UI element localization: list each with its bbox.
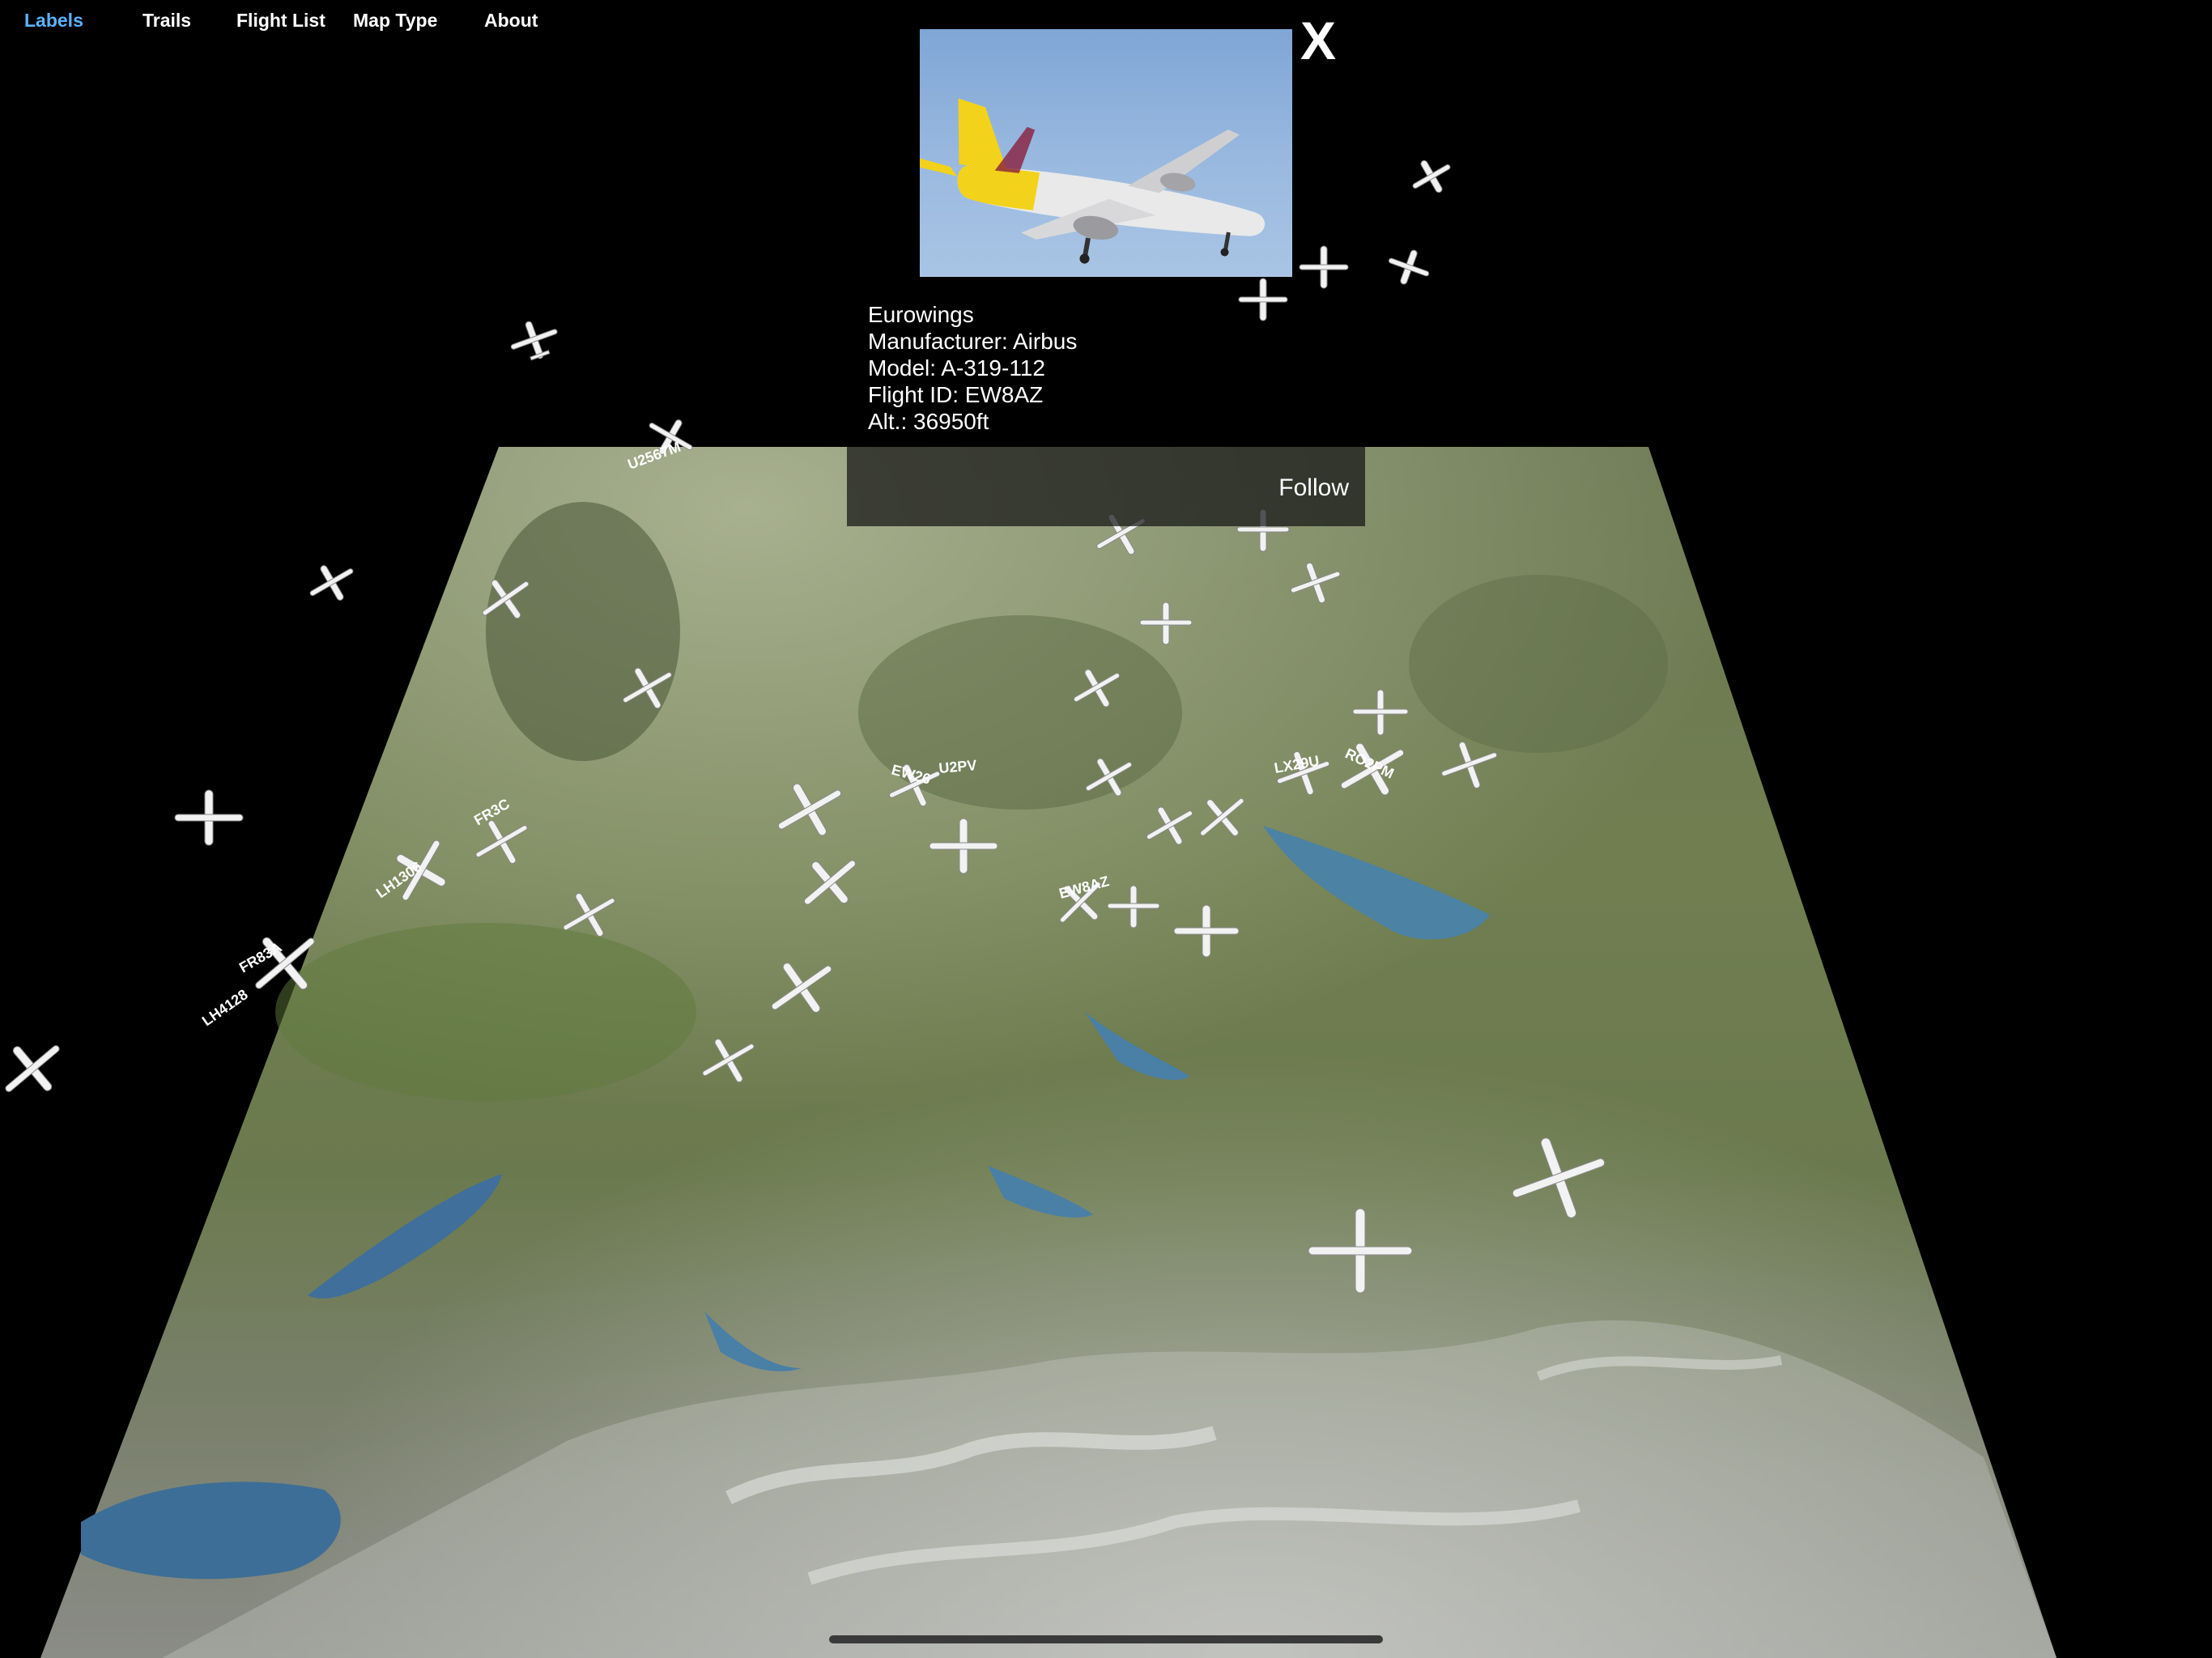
aircraft-icon	[1299, 245, 1349, 289]
aircraft-icon	[1173, 904, 1240, 958]
aircraft-icon	[1388, 249, 1430, 285]
follow-button[interactable]: Follow	[1278, 474, 1349, 502]
aircraft-icon	[1085, 758, 1133, 797]
aircraft-icon	[1073, 669, 1121, 708]
aircraft-icon	[1352, 689, 1409, 736]
nav-labels[interactable]: Labels	[24, 10, 83, 32]
aircraft-icon	[1308, 1208, 1413, 1294]
aircraft-icon	[5, 1045, 60, 1092]
close-button[interactable]: X	[1300, 11, 1336, 70]
aircraft-icon	[1146, 806, 1193, 845]
flight-info-panel: Eurowings Manufacturer: Airbus Model: A-…	[868, 301, 1077, 435]
aircraft-icon	[771, 963, 832, 1013]
aircraft-icon	[702, 1038, 755, 1083]
aircraft-icon	[1290, 562, 1341, 604]
airline-name: Eurowings	[868, 302, 974, 327]
aircraft-icon	[1238, 278, 1288, 321]
aircraft-icon	[803, 860, 857, 905]
home-indicator[interactable]	[829, 1635, 1383, 1643]
altitude-text: Alt.: 36950ft	[868, 409, 989, 434]
aircraft-label: LH4128	[199, 986, 251, 1029]
airplane-image	[920, 98, 1265, 264]
aircraft-icon	[174, 789, 244, 846]
nav-trails[interactable]: Trails	[143, 10, 191, 32]
aircraft-icon	[1200, 797, 1244, 836]
aircraft-icon	[929, 818, 998, 874]
nav-map-type[interactable]: Map Type	[353, 10, 437, 32]
nav-flight-list[interactable]: Flight List	[236, 10, 325, 32]
aircraft-icon	[1139, 602, 1193, 645]
aircraft-icon	[1512, 1137, 1606, 1218]
follow-bar: Follow	[847, 447, 1365, 526]
aircraft-icon	[510, 321, 558, 361]
aircraft-label: RO2PM	[1342, 745, 1396, 781]
nav-about[interactable]: About	[484, 10, 538, 32]
aircraft-icon	[1107, 885, 1160, 929]
aircraft-label: U2567M	[626, 439, 683, 473]
aircraft-icon	[482, 579, 530, 619]
aircraft-photo	[920, 29, 1292, 277]
model-text: Model: A-319-112	[868, 355, 1045, 380]
aircraft-icons	[5, 159, 1606, 1294]
aircraft-icon	[1412, 159, 1451, 193]
aircraft-icon	[309, 565, 354, 601]
aircraft-icon	[623, 667, 672, 709]
aircraft-icon	[1441, 742, 1498, 789]
flight-id-text: Flight ID: EW8AZ	[868, 382, 1044, 407]
aircraft-label: U2PV	[938, 757, 978, 776]
aircraft-icon	[777, 783, 842, 836]
aircraft-icon	[563, 892, 615, 937]
manufacturer-text: Manufacturer: Airbus	[868, 329, 1078, 354]
